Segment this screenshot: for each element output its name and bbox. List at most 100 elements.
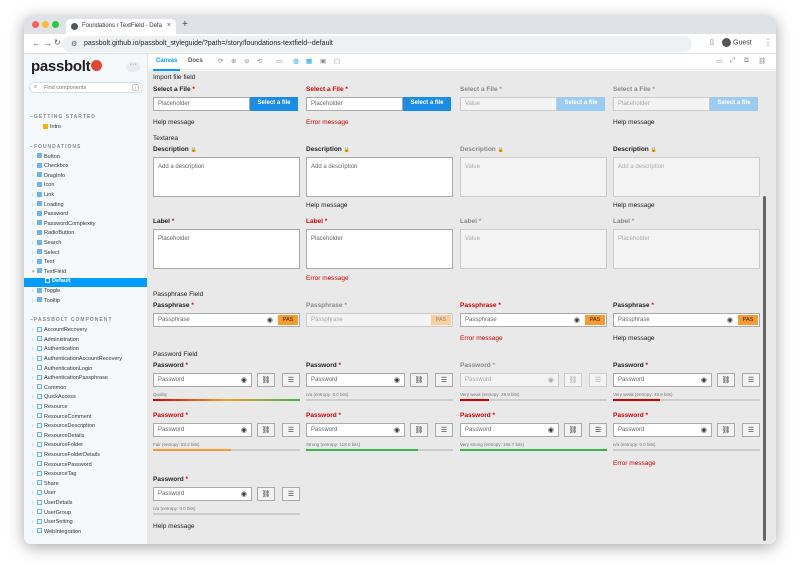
eye-icon[interactable]: ◉ [701,426,707,434]
generate-password-button[interactable]: ☰ [282,487,300,501]
sidebar-item-userdetails[interactable]: › UserDetails [32,499,144,509]
eye-icon[interactable]: ◉ [574,316,580,324]
sidebar-item-draginfo[interactable]: › DragInfo [32,172,144,182]
file-name-input[interactable]: Placeholder [306,97,403,111]
sidebar-item-authenticationlogin[interactable]: › AuthenticationLogin [32,365,144,375]
password-input[interactable]: Password ◉ [613,423,712,437]
outline-icon[interactable]: ▣ [320,57,326,65]
password-input[interactable]: Password ◉ [306,423,405,437]
measure-icon[interactable]: ▢ [334,57,340,65]
passphrase-input[interactable]: Passphrase ◉ PAS [153,313,300,327]
sidebar-item-icon[interactable]: › Icon [32,181,144,191]
sidebar-item-usersetting[interactable]: › UserSetting [32,518,144,528]
sidebar-item-toggle[interactable]: › Toggle [32,287,144,297]
sidebar-item-resourcecomment[interactable]: › ResourceComment [32,413,144,423]
eye-icon[interactable]: ◉ [394,376,400,384]
background-icon[interactable]: ▭ [276,57,282,65]
canvas-scrollbar[interactable] [763,196,766,541]
copy-password-button[interactable]: ⛓ [257,423,275,437]
close-window-button[interactable] [32,21,39,28]
url-field[interactable]: ⚙ passbolt.github.io/passbolt_styleguide… [62,36,692,52]
sidebar-item-quickaccess[interactable]: › QuickAccess [32,393,144,403]
sidebar-item-administration[interactable]: › Administration [32,336,144,346]
grid-icon[interactable]: ▦ [306,57,312,65]
sidebar-item-usergroup[interactable]: › UserGroup [32,509,144,519]
copy-link-icon[interactable]: ⛓ [758,57,766,65]
generate-password-button[interactable]: ☰ [435,373,453,387]
reload-icon[interactable]: ↻ [54,38,61,47]
sidebar-item-textfield[interactable]: ▾ TextField [32,268,144,278]
close-tab-icon[interactable]: × [167,22,171,29]
eye-icon[interactable]: ◉ [548,426,554,434]
sidebar-item-authenticationaccountrecovery[interactable]: › AuthenticationAccountRecovery [32,355,144,365]
sidebar-item-text[interactable]: › Text [32,258,144,268]
description-textarea[interactable]: Add a description [153,157,300,197]
sidebar-item-resourcepassword[interactable]: › ResourcePassword [32,461,144,471]
sidebar-item-resourcefolderdetails[interactable]: › ResourceFolderDetails [32,451,144,461]
generate-password-button[interactable]: ☰ [742,373,760,387]
tab-canvas[interactable]: Canvas [152,58,181,71]
zoom-out-icon[interactable]: ⊖ [244,57,249,65]
sidebar-item-resourcedescription[interactable]: › ResourceDescription [32,422,144,432]
viewport-icon[interactable]: ◍ [293,57,299,65]
file-name-input[interactable]: Placeholder [153,97,250,111]
eye-icon[interactable]: ◉ [394,426,400,434]
passphrase-input[interactable]: Passphrase ◉ PAS [613,313,760,327]
generate-password-button[interactable]: ☰ [589,423,607,437]
maximize-window-button[interactable] [52,21,59,28]
select-file-button[interactable]: Select a file [250,97,298,111]
generate-password-button[interactable]: ☰ [282,423,300,437]
sidebar-item-resourcetag[interactable]: › ResourceTag [32,470,144,480]
copy-password-button[interactable]: ⛓ [410,373,428,387]
generate-password-button[interactable]: ☰ [282,373,300,387]
label-textarea[interactable]: Placeholder [153,229,300,269]
browser-tab[interactable]: Foundations / TextField - Defa × [66,19,176,34]
sidebar-item-link[interactable]: › Link [32,191,144,201]
eye-icon[interactable]: ◉ [727,316,733,324]
minimize-window-button[interactable] [42,21,49,28]
copy-password-button[interactable]: ⛓ [717,423,735,437]
zoom-reset-icon[interactable]: ⟲ [257,57,262,65]
sidepanel-icon[interactable]: ▯ [710,38,714,46]
sidebar-item-webintegration[interactable]: › WebIntegration [32,528,144,538]
description-textarea[interactable]: Add a description [306,157,453,197]
label-textarea[interactable]: Placeholder [306,229,453,269]
section-header[interactable]: – GETTING STARTED [30,114,96,120]
password-input[interactable]: Password ◉ [153,487,252,501]
password-input[interactable]: Password ◉ [306,373,405,387]
site-info-icon[interactable]: ⚙ [71,40,77,48]
sidebar-item-default[interactable]: Default [24,277,147,288]
sidebar-item-user[interactable]: › User [32,489,144,499]
copy-password-button[interactable]: ⛓ [257,487,275,501]
section-header[interactable]: – FOUNDATIONS [30,144,81,150]
generate-password-button[interactable]: ☰ [742,423,760,437]
sidebar-item-select[interactable]: › Select [32,249,144,259]
back-icon[interactable]: ← [32,38,41,48]
eye-icon[interactable]: ◉ [241,426,247,434]
new-window-icon[interactable]: ⧉ [744,57,749,65]
sidebar-item-common[interactable]: › Common [32,384,144,394]
new-tab-icon[interactable]: + [182,19,188,30]
generate-password-button[interactable]: ☰ [435,423,453,437]
sidebar-item-search[interactable]: › Search [32,239,144,249]
profile-button[interactable]: Guest [722,38,752,47]
zoom-in-icon[interactable]: ⊕ [231,57,236,65]
eye-icon[interactable]: ◉ [241,376,247,384]
password-input[interactable]: Password ◉ [460,423,559,437]
section-header[interactable]: – PASSBOLT COMPONENT [30,317,112,323]
sidebar-item-passwordcomplexity[interactable]: › PasswordComplexity [32,220,144,230]
sidebar-item-authenticationpassphrase[interactable]: › AuthenticationPassphrase [32,374,144,384]
sidebar-item-checkbox[interactable]: › Checkbox [32,162,144,172]
sidebar-item-intro[interactable]: Intro [38,123,147,133]
sidebar-item-loading[interactable]: › Loading [32,201,144,211]
password-input[interactable]: Password ◉ [153,373,252,387]
copy-password-button[interactable]: ⛓ [717,373,735,387]
sidebar-item-authentication[interactable]: › Authentication [32,345,144,355]
sidebar-item-button[interactable]: › Button [32,153,144,163]
copy-password-button[interactable]: ⛓ [257,373,275,387]
sidebar-item-accountrecovery[interactable]: › AccountRecovery [32,326,144,336]
sidebar-item-resourcedetails[interactable]: › ResourceDetails [32,432,144,442]
fullscreen-icon[interactable]: ⤢ [730,57,735,65]
password-input[interactable]: Password ◉ [153,423,252,437]
passbolt-logo[interactable]: passbolt [31,58,103,75]
